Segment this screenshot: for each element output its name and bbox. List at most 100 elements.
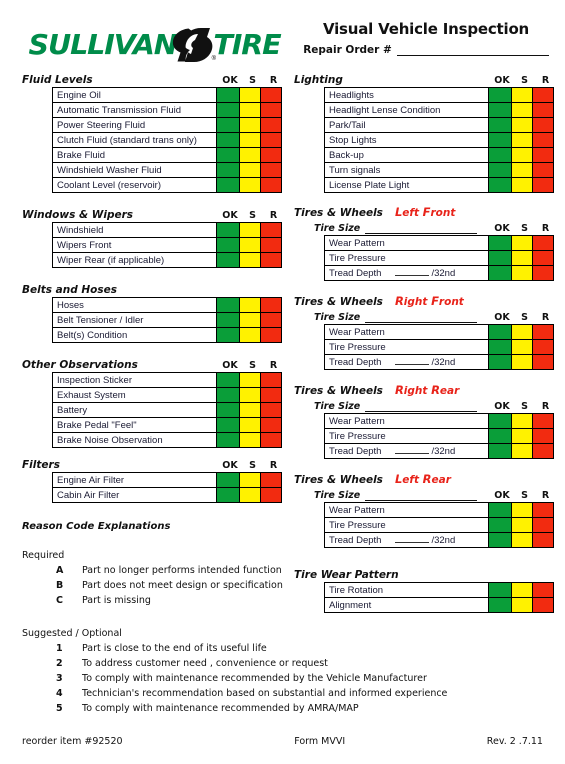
checkbox-cell-r[interactable] <box>532 177 554 193</box>
checkbox-cell-s[interactable] <box>239 147 261 163</box>
checkbox-cell-r[interactable] <box>260 132 282 148</box>
checkbox-cell-r[interactable] <box>532 265 554 281</box>
checkbox-cell-r[interactable] <box>532 102 554 118</box>
checkbox-cell-s[interactable] <box>239 117 261 133</box>
checkbox-cell-r[interactable] <box>260 147 282 163</box>
checkbox-cell-r[interactable] <box>260 222 282 238</box>
checkbox-cell-r[interactable] <box>532 582 554 598</box>
checkbox-cell-r[interactable] <box>260 327 282 343</box>
checkbox-cell-r[interactable] <box>260 87 282 103</box>
checkbox-cell-ok[interactable] <box>216 312 240 328</box>
checkbox-cell-r[interactable] <box>532 428 554 444</box>
checkbox-cell-s[interactable] <box>511 339 533 355</box>
checkbox-cell-s[interactable] <box>511 502 533 518</box>
checkbox-cell-s[interactable] <box>511 235 533 251</box>
checkbox-cell-r[interactable] <box>260 237 282 253</box>
checkbox-cell-s[interactable] <box>511 324 533 340</box>
checkbox-cell-r[interactable] <box>260 432 282 448</box>
checkbox-cell-r[interactable] <box>260 487 282 503</box>
checkbox-cell-ok[interactable] <box>488 235 512 251</box>
checkbox-cell-r[interactable] <box>532 597 554 613</box>
checkbox-cell-s[interactable] <box>239 222 261 238</box>
checkbox-cell-r[interactable] <box>260 177 282 193</box>
checkbox-cell-ok[interactable] <box>216 487 240 503</box>
checkbox-cell-ok[interactable] <box>216 147 240 163</box>
checkbox-cell-r[interactable] <box>260 297 282 313</box>
checkbox-cell-s[interactable] <box>239 402 261 418</box>
checkbox-cell-ok[interactable] <box>488 597 512 613</box>
checkbox-cell-r[interactable] <box>260 117 282 133</box>
tire-size-input[interactable] <box>365 402 478 412</box>
checkbox-cell-s[interactable] <box>511 354 533 370</box>
tread-depth-input[interactable] <box>395 356 430 365</box>
checkbox-cell-s[interactable] <box>239 162 261 178</box>
checkbox-cell-r[interactable] <box>532 117 554 133</box>
checkbox-cell-s[interactable] <box>511 132 533 148</box>
checkbox-cell-r[interactable] <box>532 339 554 355</box>
checkbox-cell-r[interactable] <box>260 162 282 178</box>
checkbox-cell-r[interactable] <box>260 402 282 418</box>
checkbox-cell-ok[interactable] <box>216 87 240 103</box>
checkbox-cell-ok[interactable] <box>216 327 240 343</box>
checkbox-cell-s[interactable] <box>239 252 261 268</box>
checkbox-cell-s[interactable] <box>239 387 261 403</box>
checkbox-cell-ok[interactable] <box>488 428 512 444</box>
checkbox-cell-r[interactable] <box>532 250 554 266</box>
checkbox-cell-s[interactable] <box>511 582 533 598</box>
checkbox-cell-ok[interactable] <box>488 582 512 598</box>
repair-order-input[interactable] <box>396 45 549 56</box>
checkbox-cell-ok[interactable] <box>488 517 512 533</box>
checkbox-cell-ok[interactable] <box>216 132 240 148</box>
checkbox-cell-r[interactable] <box>532 354 554 370</box>
tire-size-input[interactable] <box>365 313 478 323</box>
checkbox-cell-ok[interactable] <box>488 339 512 355</box>
checkbox-cell-s[interactable] <box>511 532 533 548</box>
checkbox-cell-r[interactable] <box>260 372 282 388</box>
checkbox-cell-s[interactable] <box>239 372 261 388</box>
checkbox-cell-s[interactable] <box>239 432 261 448</box>
checkbox-cell-r[interactable] <box>260 472 282 488</box>
checkbox-cell-s[interactable] <box>239 417 261 433</box>
checkbox-cell-r[interactable] <box>532 147 554 163</box>
checkbox-cell-r[interactable] <box>532 87 554 103</box>
checkbox-cell-r[interactable] <box>532 324 554 340</box>
checkbox-cell-r[interactable] <box>532 443 554 459</box>
checkbox-cell-s[interactable] <box>511 517 533 533</box>
checkbox-cell-ok[interactable] <box>216 177 240 193</box>
checkbox-cell-ok[interactable] <box>488 177 512 193</box>
checkbox-cell-r[interactable] <box>260 102 282 118</box>
checkbox-cell-ok[interactable] <box>216 162 240 178</box>
checkbox-cell-ok[interactable] <box>488 87 512 103</box>
checkbox-cell-ok[interactable] <box>216 102 240 118</box>
checkbox-cell-ok[interactable] <box>488 354 512 370</box>
checkbox-cell-ok[interactable] <box>488 532 512 548</box>
checkbox-cell-s[interactable] <box>511 428 533 444</box>
checkbox-cell-ok[interactable] <box>488 265 512 281</box>
tread-depth-input[interactable] <box>395 267 430 276</box>
checkbox-cell-ok[interactable] <box>216 432 240 448</box>
checkbox-cell-s[interactable] <box>239 472 261 488</box>
checkbox-cell-s[interactable] <box>239 487 261 503</box>
checkbox-cell-ok[interactable] <box>216 252 240 268</box>
checkbox-cell-ok[interactable] <box>488 502 512 518</box>
checkbox-cell-s[interactable] <box>511 102 533 118</box>
tire-size-input[interactable] <box>365 491 478 501</box>
checkbox-cell-s[interactable] <box>239 177 261 193</box>
checkbox-cell-r[interactable] <box>260 252 282 268</box>
checkbox-cell-ok[interactable] <box>216 117 240 133</box>
checkbox-cell-s[interactable] <box>239 237 261 253</box>
checkbox-cell-ok[interactable] <box>216 387 240 403</box>
checkbox-cell-r[interactable] <box>532 532 554 548</box>
checkbox-cell-s[interactable] <box>239 312 261 328</box>
checkbox-cell-r[interactable] <box>260 387 282 403</box>
checkbox-cell-s[interactable] <box>511 250 533 266</box>
checkbox-cell-s[interactable] <box>511 162 533 178</box>
checkbox-cell-s[interactable] <box>239 327 261 343</box>
checkbox-cell-ok[interactable] <box>488 117 512 133</box>
tread-depth-input[interactable] <box>395 445 430 454</box>
checkbox-cell-ok[interactable] <box>216 372 240 388</box>
checkbox-cell-r[interactable] <box>532 517 554 533</box>
checkbox-cell-s[interactable] <box>511 265 533 281</box>
checkbox-cell-s[interactable] <box>511 117 533 133</box>
checkbox-cell-s[interactable] <box>239 297 261 313</box>
